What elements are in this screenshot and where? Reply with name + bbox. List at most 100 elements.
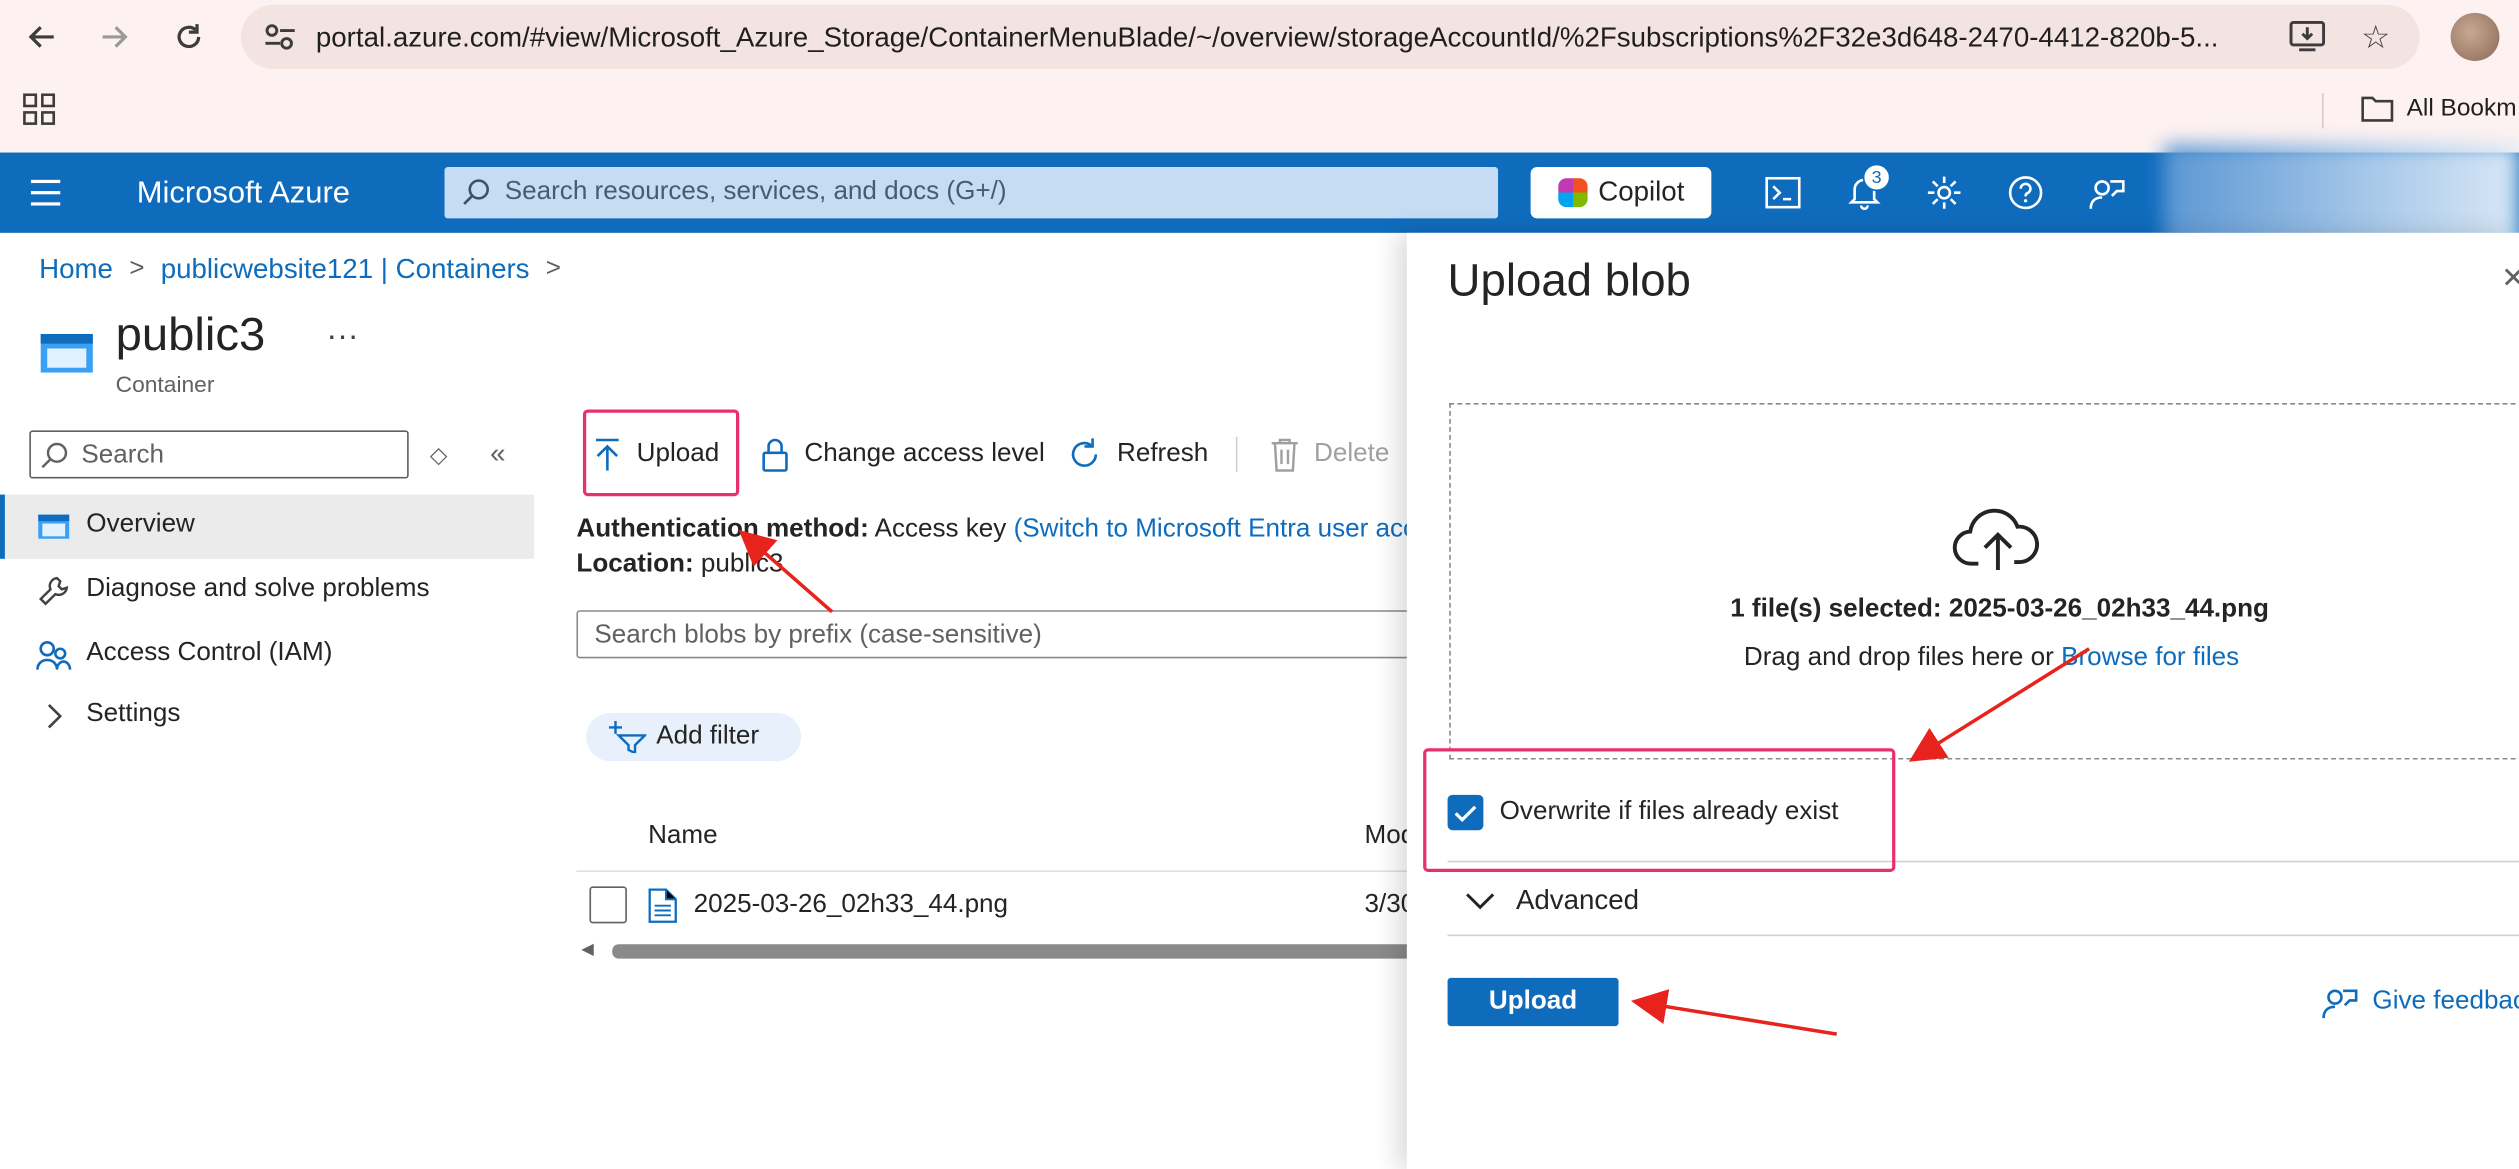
sidebar-item-settings[interactable]: Settings — [0, 684, 534, 748]
chevron-right-icon — [36, 699, 72, 734]
back-arrow-icon[interactable] — [21, 16, 63, 58]
row-checkbox[interactable] — [589, 886, 627, 924]
table-header-divider — [576, 870, 1424, 872]
apps-grid-icon[interactable] — [23, 93, 56, 125]
profile-avatar[interactable] — [2450, 12, 2500, 62]
close-icon[interactable]: ✕ — [2501, 262, 2519, 296]
cloud-upload-icon — [1952, 508, 2039, 571]
sidebar-item-label: Access Control (IAM) — [86, 639, 333, 667]
expand-collapse-icon[interactable]: ◇ — [430, 442, 448, 469]
copilot-icon — [1557, 178, 1587, 208]
collapse-sidebar-icon[interactable]: « — [490, 438, 505, 470]
refresh-icon — [1071, 438, 1098, 467]
browse-files-link[interactable]: Browse for files — [2061, 644, 2239, 671]
refresh-label: Refresh — [1117, 439, 1209, 468]
horizontal-scrollbar[interactable]: ◀ — [576, 941, 1427, 960]
panel-title: Upload blob — [1447, 255, 1691, 306]
column-header-name[interactable]: Name — [648, 822, 718, 851]
install-app-icon[interactable] — [2289, 21, 2326, 53]
sidebar-search-input[interactable]: Search — [29, 430, 409, 479]
breadcrumb: Home > publicwebsite121 | Containers > — [39, 254, 561, 286]
refresh-button[interactable]: Refresh — [1067, 427, 1209, 482]
more-options-icon[interactable]: ... — [327, 312, 359, 349]
folder-icon — [2361, 96, 2394, 122]
auth-method-value: Access key — [874, 515, 1007, 543]
or-text: or — [2030, 643, 2054, 672]
blob-search-placeholder: Search blobs by prefix (case-sensitive) — [594, 621, 1042, 649]
chevron-down-icon — [1466, 892, 1495, 909]
sidebar-item-label: Settings — [86, 700, 181, 728]
forward-arrow-icon[interactable] — [93, 16, 135, 58]
breadcrumb-containers[interactable]: publicwebsite121 | Containers — [161, 254, 530, 286]
global-search-input[interactable]: Search resources, services, and docs (G+… — [444, 167, 1499, 219]
add-filter-icon — [608, 721, 647, 754]
blob-search-input[interactable]: Search blobs by prefix (case-sensitive) — [576, 610, 1424, 659]
search-icon — [41, 442, 68, 469]
reload-icon[interactable] — [168, 16, 210, 58]
wrench-icon — [36, 573, 72, 608]
search-icon — [463, 179, 489, 205]
file-drop-zone[interactable] — [1449, 403, 2519, 760]
people-icon — [36, 638, 72, 673]
browser-chrome: portal.azure.com/#view/Microsoft_Azure_S… — [0, 0, 2519, 153]
sidebar-item-label: Diagnose and solve problems — [86, 574, 430, 603]
drag-drop-row: Drag and drop files here or Browse for f… — [1744, 644, 2239, 673]
all-bookmarks[interactable]: All Bookm — [2361, 95, 2517, 122]
file-icon — [648, 888, 677, 923]
give-feedback-label: Give feedback — [2372, 987, 2519, 1015]
files-selected-text: 1 file(s) selected: 2025-03-26_02h33_44.… — [1730, 595, 2269, 624]
breadcrumb-home[interactable]: Home — [39, 254, 113, 286]
change-access-level-label: Change access level — [804, 439, 1045, 468]
drag-drop-text: Drag and drop files here — [1743, 643, 2024, 672]
sidebar-item-diagnose[interactable]: Diagnose and solve problems — [0, 559, 534, 623]
add-filter-label: Add filter — [656, 722, 760, 750]
panel-divider — [1447, 934, 2519, 937]
scrollbar-thumb[interactable] — [612, 944, 1427, 959]
auth-method-row: Authentication method: Access key (Switc… — [576, 515, 1416, 544]
delete-label: Delete — [1314, 439, 1390, 468]
sidebar-item-overview[interactable]: Overview — [0, 494, 535, 559]
trash-icon — [1271, 438, 1298, 472]
bookmark-separator — [2321, 93, 2324, 129]
delete-button[interactable]: Delete — [1270, 427, 1389, 482]
location-row: Location: public3 — [576, 551, 783, 580]
container-icon — [40, 334, 93, 373]
upload-highlight-box — [582, 409, 740, 497]
switch-auth-link[interactable]: (Switch to Microsoft Entra user acc — [1014, 515, 1416, 542]
copilot-button[interactable]: Copilot — [1530, 167, 1712, 219]
toolbar-divider — [1235, 436, 1238, 473]
change-access-level-button[interactable]: Change access level — [760, 427, 1045, 482]
page-title: public3 — [115, 309, 266, 362]
scroll-left-icon[interactable]: ◀ — [581, 941, 594, 959]
breadcrumb-chevron-icon: > — [545, 255, 562, 283]
overwrite-highlight-box — [1423, 748, 1896, 872]
hamburger-menu-icon[interactable] — [30, 179, 61, 214]
advanced-label: Advanced — [1515, 884, 1640, 916]
star-icon[interactable]: ☆ — [2361, 18, 2390, 58]
notification-count-badge: 3 — [1862, 163, 1891, 192]
address-bar[interactable]: portal.azure.com/#view/Microsoft_Azure_S… — [240, 4, 2420, 70]
sidebar-item-label: Overview — [86, 510, 195, 538]
sidebar-search-placeholder: Search — [81, 441, 164, 469]
settings-gear-icon[interactable] — [1923, 172, 1965, 214]
feedback-person-icon — [2322, 989, 2358, 1019]
url-text[interactable]: portal.azure.com/#view/Microsoft_Azure_S… — [316, 22, 2270, 54]
advanced-section-toggle[interactable]: Advanced — [1465, 885, 1639, 917]
upload-submit-button[interactable]: Upload — [1447, 977, 1619, 1027]
sidebar-item-iam[interactable]: Access Control (IAM) — [0, 623, 534, 687]
auth-method-label: Authentication method: — [576, 515, 869, 543]
help-question-icon[interactable] — [2004, 172, 2046, 214]
cloud-shell-icon[interactable] — [1762, 172, 1804, 214]
brand-name[interactable]: Microsoft Azure — [137, 177, 350, 212]
all-bookmarks-label: All Bookm — [2406, 94, 2517, 123]
blob-name-link[interactable]: 2025-03-26_02h33_44.png — [694, 891, 1008, 920]
azure-topbar: Microsoft Azure Search resources, servic… — [0, 152, 2519, 233]
add-filter-button[interactable]: Add filter — [586, 712, 802, 762]
give-feedback-link[interactable]: Give feedback — [2322, 984, 2519, 1019]
feedback-person-icon[interactable] — [2086, 172, 2128, 214]
global-search-placeholder: Search resources, services, and docs (G+… — [504, 178, 1007, 206]
page-subtitle: Container — [115, 370, 215, 397]
site-settings-icon[interactable] — [264, 22, 297, 51]
copilot-label: Copilot — [1598, 176, 1685, 208]
container-icon — [36, 509, 72, 544]
